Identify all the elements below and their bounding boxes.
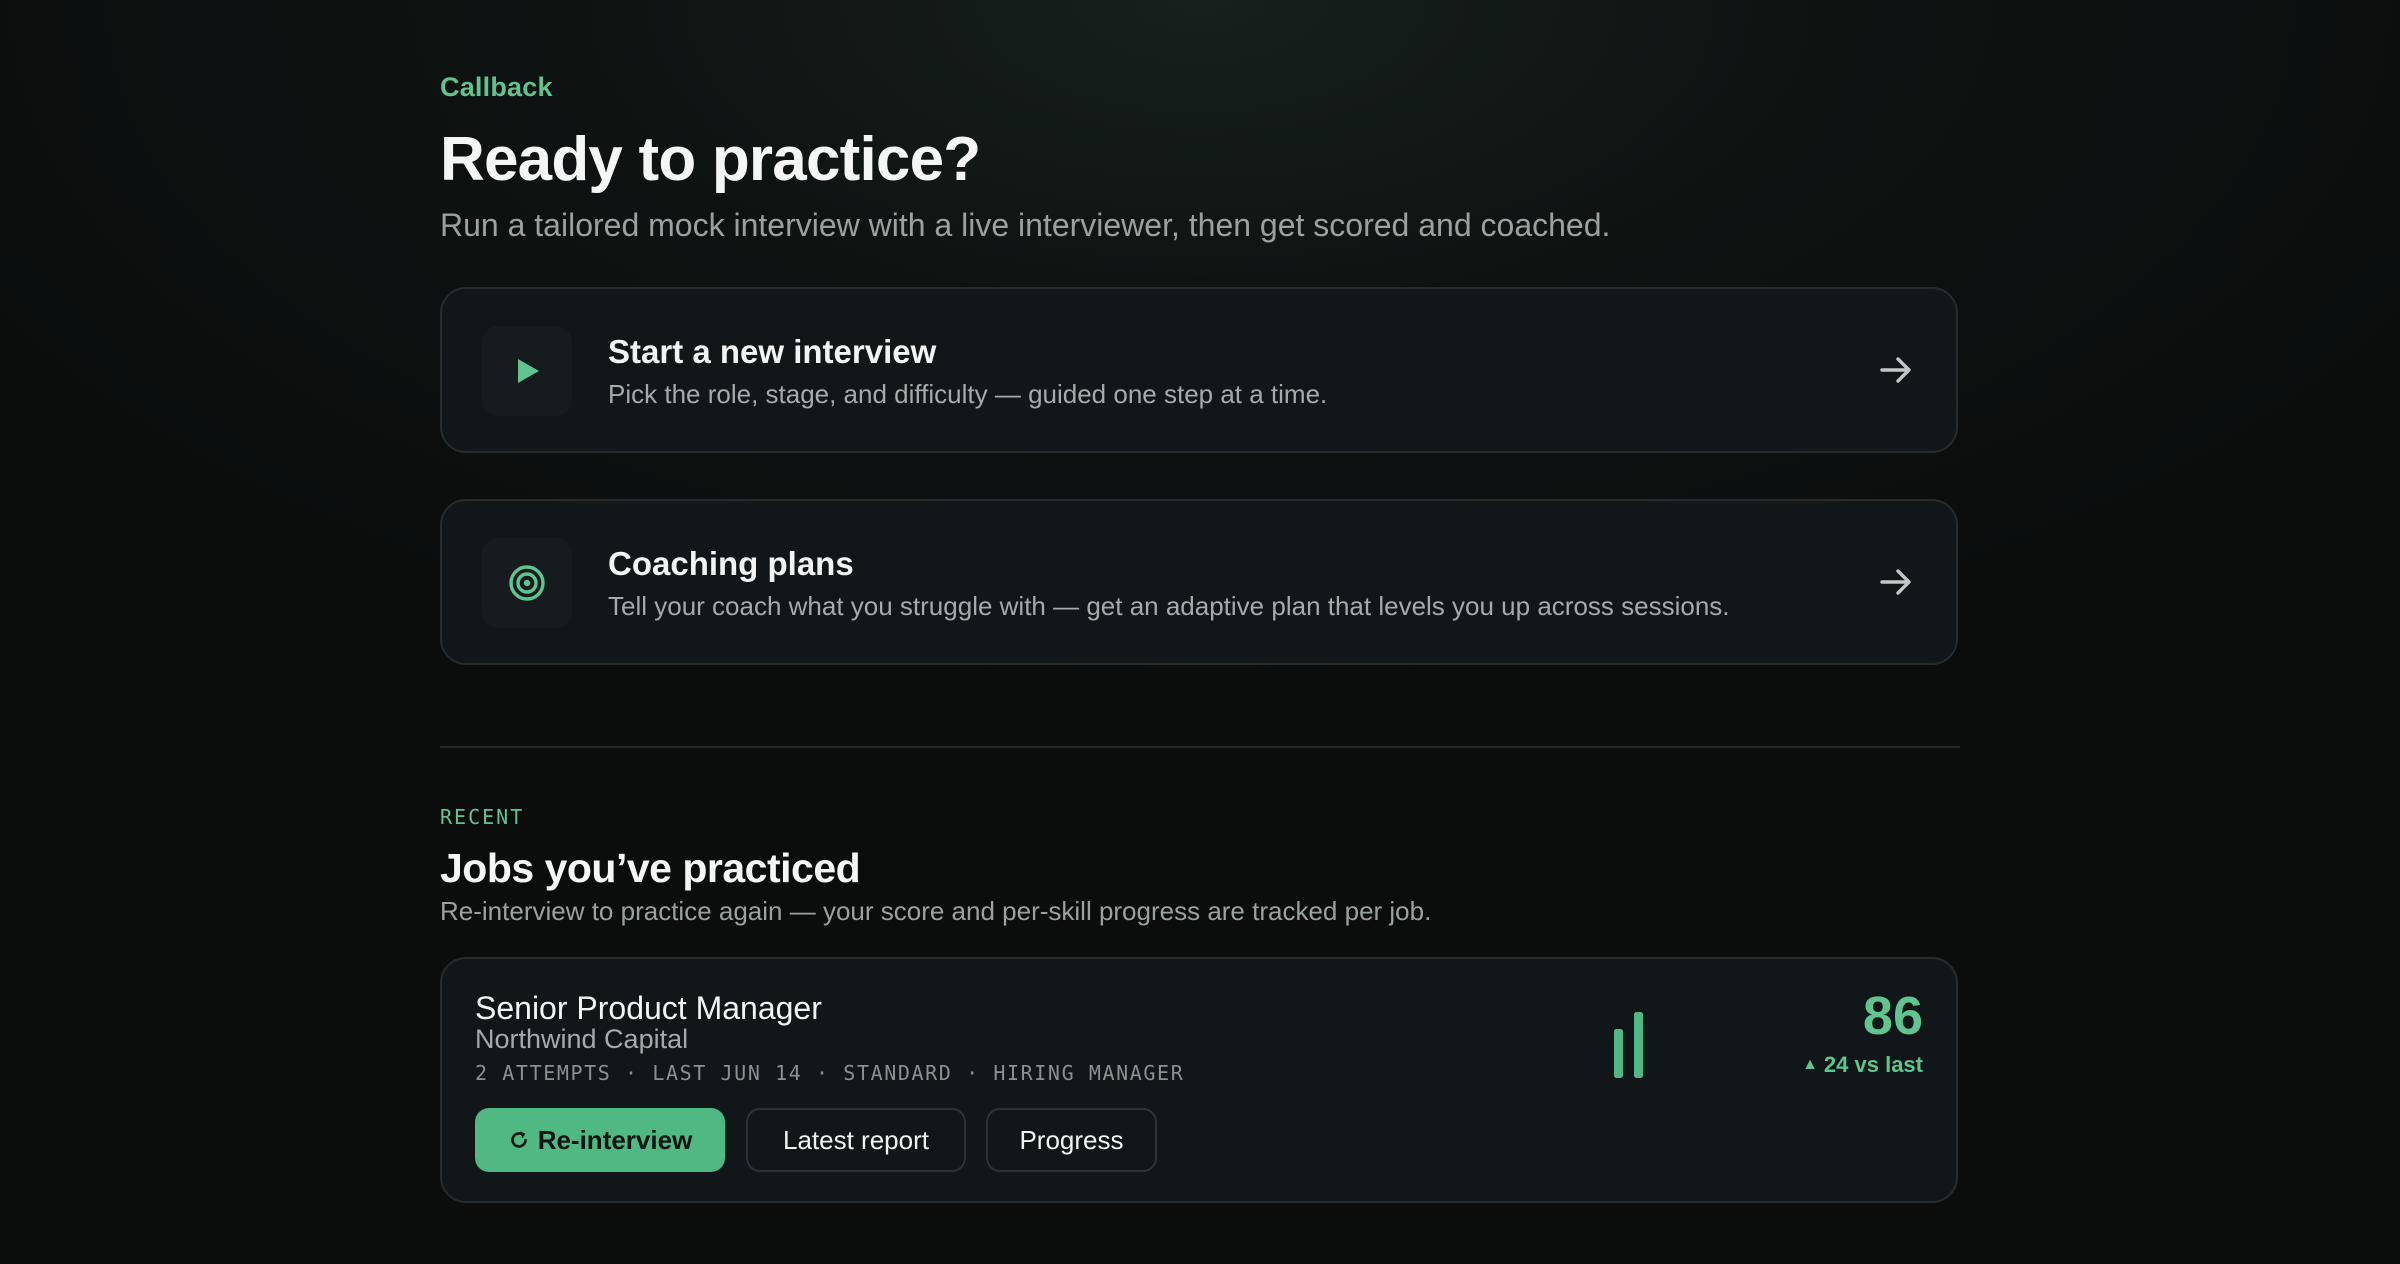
arrow-right-icon	[1880, 569, 1911, 595]
coaching-plans-card[interactable]: Coaching plans Tell your coach what you …	[440, 499, 1958, 665]
job-card: Senior Product Manager Northwind Capital…	[440, 957, 1958, 1203]
page-subtitle: Run a tailored mock interview with a liv…	[440, 207, 1611, 243]
brand-label: Callback	[440, 72, 553, 102]
arrow-right-icon	[1880, 357, 1911, 383]
latest-report-button[interactable]: Latest report	[746, 1108, 966, 1172]
card-description: Tell your coach what you struggle with —…	[608, 591, 1730, 621]
triangle-up-icon: ▲	[1802, 1056, 1818, 1073]
section-title: Jobs you’ve practiced	[440, 845, 861, 891]
page-title: Ready to practice?	[440, 125, 981, 194]
score-delta-label: 24 vs last	[1823, 1052, 1923, 1077]
section-eyebrow: RECENT	[440, 805, 525, 829]
card-description: Pick the role, stage, and difficulty — g…	[608, 379, 1328, 409]
refresh-icon	[510, 1131, 527, 1148]
progress-button[interactable]: Progress	[986, 1108, 1157, 1172]
job-score: 86	[1862, 986, 1923, 1046]
job-company: Northwind Capital	[475, 1024, 689, 1054]
play-icon	[518, 359, 539, 383]
section-divider	[440, 746, 1960, 748]
score-delta: ▲ 24 vs last	[1802, 1052, 1923, 1078]
job-meta: 2 ATTEMPTS · LAST JUN 14 · STANDARD · HI…	[475, 1061, 1185, 1085]
play-icon-tile	[482, 326, 572, 416]
card-title: Coaching plans	[608, 545, 854, 582]
target-icon	[509, 565, 545, 601]
reinterview-button[interactable]: Re-interview	[475, 1108, 725, 1172]
target-icon-tile	[482, 538, 572, 628]
card-title: Start a new interview	[608, 333, 937, 370]
reinterview-label: Re-interview	[537, 1124, 693, 1155]
start-new-interview-card[interactable]: Start a new interview Pick the role, sta…	[440, 287, 1958, 453]
score-history-bars-icon	[1614, 1012, 1643, 1078]
section-subtitle: Re-interview to practice again — your sc…	[440, 896, 1432, 926]
